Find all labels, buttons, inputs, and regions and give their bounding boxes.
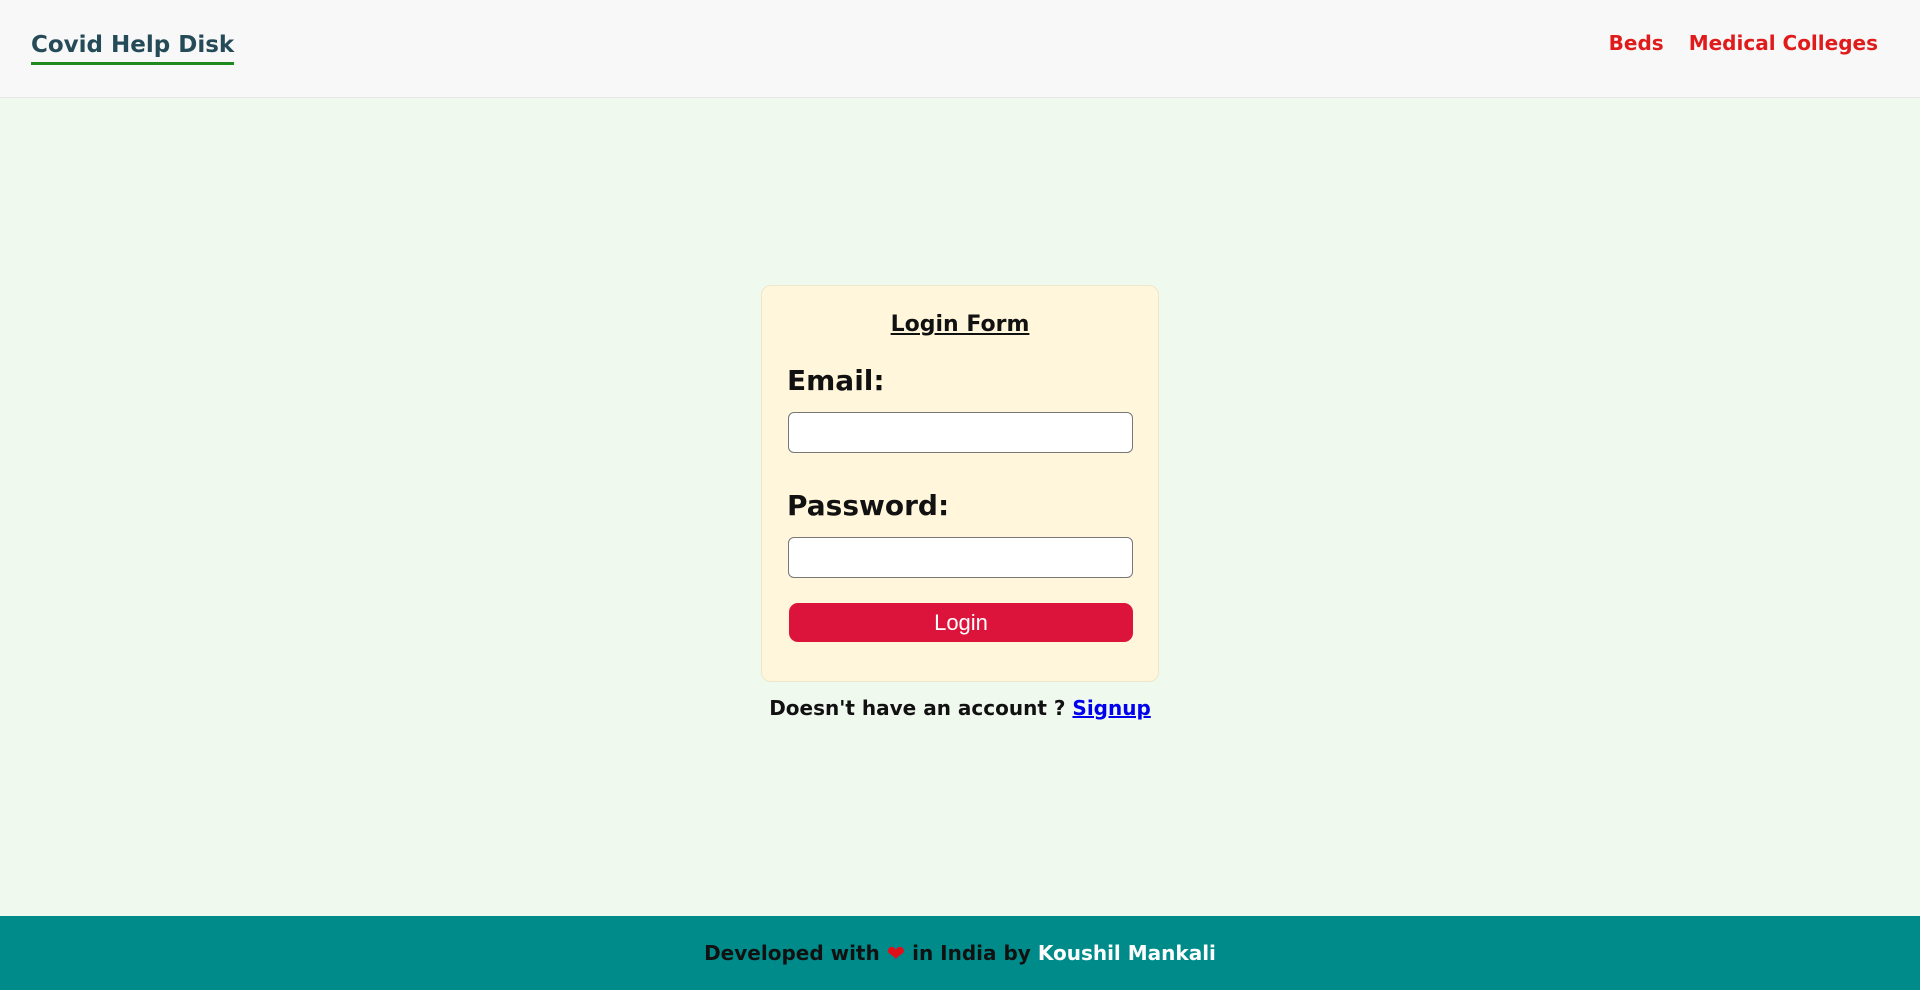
- password-label: Password:: [787, 489, 950, 522]
- signup-link[interactable]: Signup: [1072, 696, 1150, 720]
- login-form: Login Form Email: Password: Login: [761, 285, 1159, 682]
- heart-icon: ❤: [886, 942, 906, 967]
- navbar: Covid Help Disk Beds Medical Colleges: [0, 0, 1920, 98]
- brand-link[interactable]: Covid Help Disk: [31, 31, 235, 65]
- footer-text-after: in India by: [912, 941, 1031, 965]
- password-input[interactable]: [788, 537, 1133, 578]
- signup-prompt-text: Doesn't have an account ?: [769, 696, 1066, 720]
- login-button[interactable]: Login: [789, 603, 1133, 642]
- footer: Developed with ❤ in India by Koushil Man…: [0, 916, 1920, 990]
- email-input[interactable]: [788, 412, 1133, 453]
- author-link[interactable]: Koushil Mankali: [1038, 941, 1216, 965]
- signup-prompt: Doesn't have an account ? Signup: [0, 696, 1920, 720]
- nav-links: Beds Medical Colleges: [1609, 31, 1878, 55]
- nav-link-medical-colleges[interactable]: Medical Colleges: [1689, 31, 1878, 55]
- footer-text-before: Developed with: [704, 941, 880, 965]
- email-label: Email:: [787, 364, 885, 397]
- form-title: Login Form: [890, 312, 1030, 337]
- nav-link-beds[interactable]: Beds: [1609, 31, 1664, 55]
